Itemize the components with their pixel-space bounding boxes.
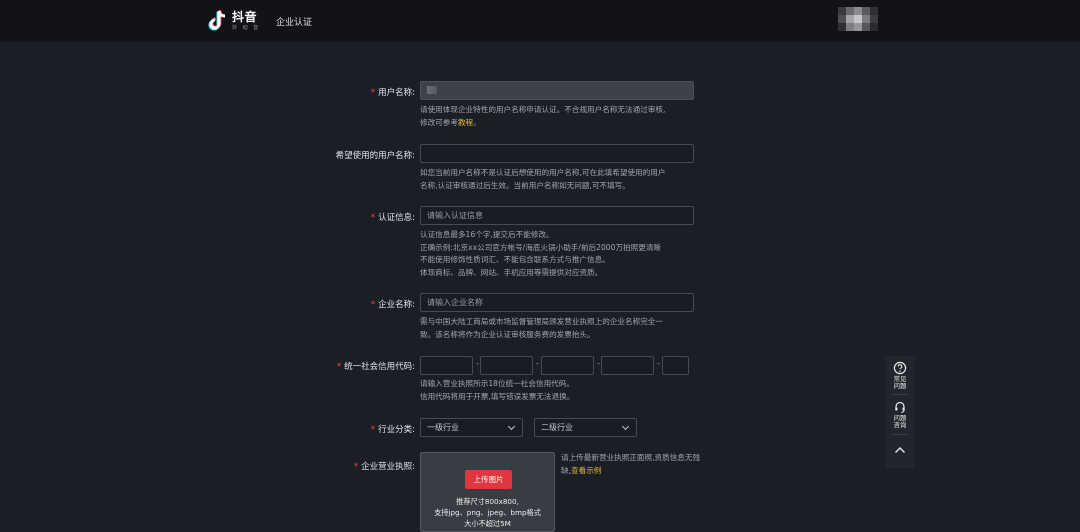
tutorial-link[interactable]: 教程	[458, 118, 473, 127]
required-mark: *	[370, 300, 376, 310]
cert-info-label: * 认证信息:	[370, 213, 415, 223]
secondary-industry-value: 二级行业	[541, 423, 573, 432]
credit-code-segment-1[interactable]	[420, 356, 473, 375]
desired-name-label: 希望使用的用户名称:	[335, 151, 415, 161]
required-mark: *	[370, 88, 376, 98]
credit-code-segment-3[interactable]	[541, 356, 594, 375]
divider	[891, 434, 909, 435]
back-to-top-button[interactable]	[885, 444, 915, 456]
question-circle-icon	[893, 361, 907, 375]
desired-name-input[interactable]	[420, 144, 694, 163]
credit-code-segment-5[interactable]	[662, 356, 689, 375]
code-separator: -	[597, 359, 600, 368]
license-label: * 企业营业执照:	[353, 462, 415, 472]
username-label: * 用户名称:	[370, 88, 415, 98]
required-mark: *	[336, 362, 342, 372]
faq-button[interactable]: 常见 问题	[885, 361, 915, 390]
license-hint: 请上传最新营业执照正面照,资质信息无残 缺,查看示例	[561, 453, 701, 475]
headset-icon	[895, 401, 905, 413]
code-separator: -	[657, 359, 660, 368]
consult-button[interactable]: 问题 咨询	[885, 400, 915, 429]
primary-industry-value: 一级行业	[427, 423, 459, 432]
blurred-username	[427, 86, 437, 94]
credit-code-label: * 统一社会信用代码:	[336, 362, 415, 372]
license-upload-area[interactable]: 上传图片 推荐尺寸800x800, 支持jpg、png、jpeg、bmp格式 大…	[420, 452, 555, 532]
chevron-down-icon	[621, 422, 630, 431]
code-separator: -	[476, 359, 479, 368]
desired-name-hint: 如您当前用户名称不是认证后想使用的用户名称,可在此填希望使用的用户 名称,认证审…	[420, 168, 666, 190]
code-separator: -	[536, 359, 539, 368]
username-field	[420, 81, 694, 100]
company-name-hint: 需与中国大陆工商局或市场监督管理局颁发营业执照上的企业名称完全一 致。该名称将作…	[420, 317, 663, 339]
cert-info-hint: 认证信息最多16个字,提交后不能修改。 正确示例:北京xx公司官方帐号/海底火锅…	[420, 230, 662, 277]
floating-help-bar: 常见 问题 问题 咨询	[885, 356, 915, 468]
username-hint: 请使用体现企业特性的用户名称申请认证。不合规用户名称无法通过审核, 修改可参考教…	[420, 105, 666, 127]
required-mark: *	[353, 462, 359, 472]
required-mark: *	[370, 213, 376, 223]
divider	[891, 394, 909, 395]
industry-label: * 行业分类:	[370, 425, 415, 435]
cert-info-input[interactable]: 请输入认证信息	[420, 206, 694, 225]
upload-requirements: 推荐尺寸800x800, 支持jpg、png、jpeg、bmp格式 大小不超过5…	[434, 497, 541, 528]
view-example-link[interactable]: 查看示例	[571, 466, 601, 475]
primary-industry-select[interactable]: 一级行业	[420, 418, 523, 437]
upload-image-button[interactable]: 上传图片	[465, 470, 512, 489]
credit-code-hint: 请输入营业执照所示18位统一社会信用代码。 信用代码将用于开票,填写错误发票无法…	[420, 379, 575, 401]
chevron-up-icon	[895, 447, 905, 453]
credit-code-segment-4[interactable]	[601, 356, 654, 375]
company-name-input[interactable]: 请输入企业名称	[420, 293, 694, 312]
enterprise-cert-form: * 用户名称: 请使用体现企业特性的用户名称申请认证。不合规用户名称无法通过审核,…	[0, 0, 1080, 532]
chevron-down-icon	[507, 422, 516, 431]
credit-code-segment-2[interactable]	[480, 356, 533, 375]
required-mark: *	[370, 425, 376, 435]
secondary-industry-select[interactable]: 二级行业	[534, 418, 637, 437]
company-name-label: * 企业名称:	[370, 300, 415, 310]
